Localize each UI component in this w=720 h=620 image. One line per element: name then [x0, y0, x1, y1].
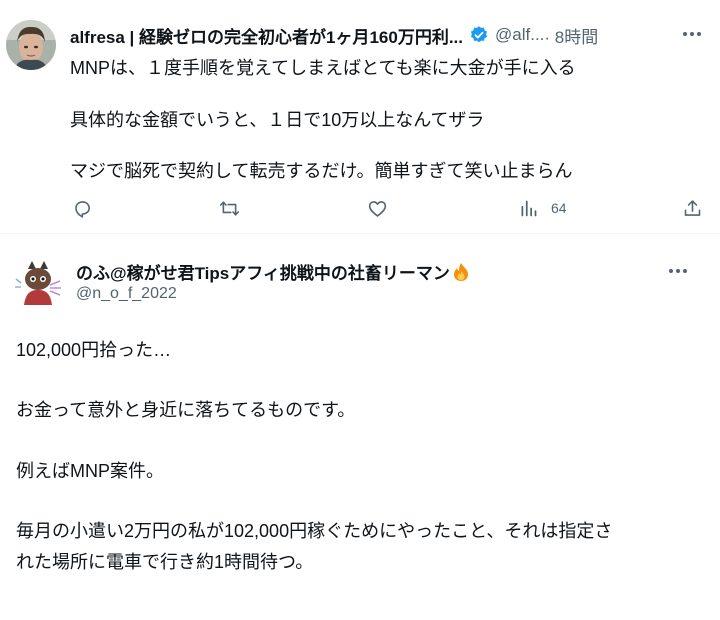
like-button[interactable]	[367, 196, 388, 220]
tweet-text-line: MNPは、１度手順を覚えてしまえばとても楽に大金が手に入る	[70, 58, 576, 78]
author-avatar[interactable]	[12, 257, 64, 309]
author-name-text: のふ@稼がせ君Tipsアフィ挑戦中の社畜リーマン	[76, 264, 450, 283]
share-icon	[684, 199, 701, 216]
author-handle[interactable]: @alf...	[495, 25, 544, 45]
share-button[interactable]	[682, 196, 703, 220]
author-handle[interactable]: @n_o_f_2022	[76, 285, 177, 303]
views-count: 64	[551, 200, 567, 216]
retweet-button[interactable]	[219, 196, 240, 220]
author-avatar[interactable]	[6, 20, 56, 70]
verified-badge-icon	[469, 25, 489, 45]
tweet-text-line: れた場所に電車で行き約1時間待つ。	[16, 552, 314, 572]
fire-icon	[452, 262, 470, 282]
tweet-text-line: 毎月の小遣い2万円の私が102,000円稼ぐためにやったこと、それは指定さ	[16, 521, 613, 541]
tweet-text-line: 102,000円拾った…	[16, 340, 172, 360]
tweet-timestamp[interactable]: · 8時間	[544, 23, 598, 48]
tweet-text-line: マジで脳死で契約して転売するだけ。簡単すぎて笑い止まらん	[70, 161, 573, 181]
tweet-1[interactable]: alfresa | 経験ゼロの完全初心者が1ヶ月160万円利... @alf..…	[0, 0, 720, 234]
reply-icon	[75, 200, 90, 218]
tweet-actions: 64	[0, 196, 720, 220]
tweet-text-line: 具体的な金額でいうと、１日で10万以上なんてザラ	[70, 110, 485, 130]
reply-button[interactable]	[72, 196, 93, 220]
more-options-icon[interactable]	[666, 261, 690, 281]
retweet-icon	[219, 200, 240, 216]
like-icon	[368, 200, 387, 217]
tweet-header: alfresa | 経験ゼロの完全初心者が1ヶ月160万円利... @alf..…	[70, 22, 710, 48]
author-name[interactable]: のふ@稼がせ君Tipsアフィ挑戦中の社畜リーマン	[76, 259, 470, 284]
tweet-text-line: お金って意外と身近に落ちてるものです。	[16, 400, 356, 420]
tweet-text-line: 例えばMNP案件。	[16, 461, 164, 481]
more-options-icon[interactable]	[680, 24, 704, 44]
tweet-2[interactable]: のふ@稼がせ君Tipsアフィ挑戦中の社畜リーマン @n_o_f_2022 102…	[0, 235, 720, 620]
views-button[interactable]: 64	[518, 196, 567, 220]
views-icon	[521, 200, 537, 216]
author-name[interactable]: alfresa | 経験ゼロの完全初心者が1ヶ月160万円利...	[70, 23, 463, 48]
